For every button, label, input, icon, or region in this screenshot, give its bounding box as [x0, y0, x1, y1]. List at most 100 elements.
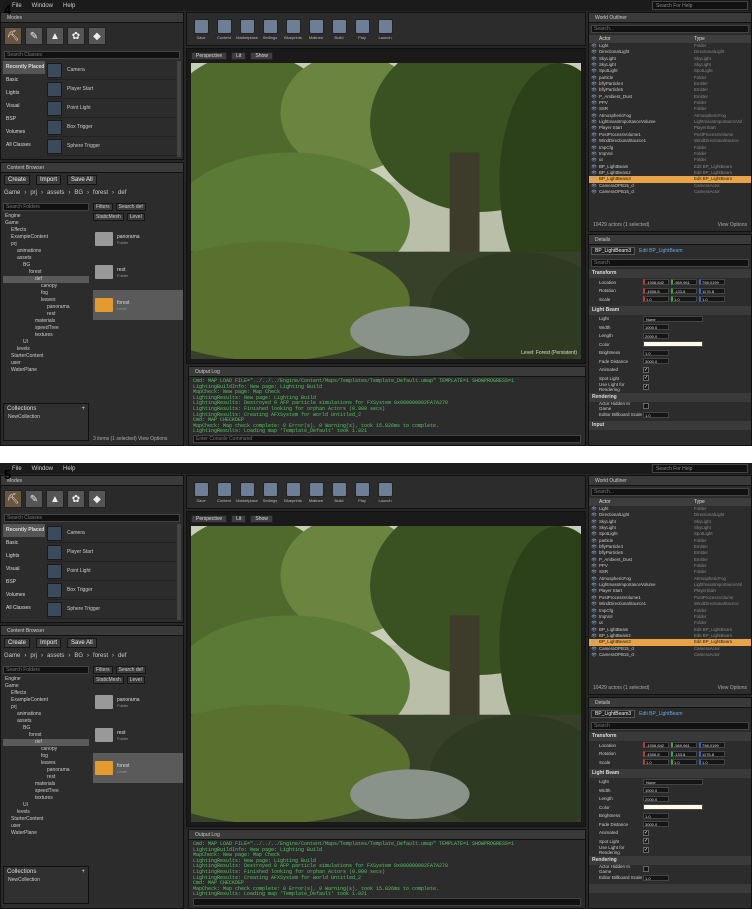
tree-node[interactable]: animations	[3, 711, 89, 718]
new-collection-item[interactable]: NewCollection	[4, 877, 88, 883]
tree-node[interactable]: panorama	[3, 304, 89, 311]
tree-node[interactable]: levels	[3, 346, 89, 353]
details-search-input[interactable]: Search	[591, 259, 749, 267]
category-volumes[interactable]: Volumes	[3, 589, 45, 602]
place-mode-icon[interactable]: ⛏	[4, 490, 22, 508]
location-y-field[interactable]: -569.961	[671, 279, 697, 286]
class-item-player-start[interactable]: Player Start	[47, 543, 177, 562]
view-options-button[interactable]: View Options	[138, 436, 167, 442]
landscape-mode-icon[interactable]: ▲	[46, 490, 64, 508]
breadcrumb-item[interactable]: def	[118, 190, 126, 196]
tree-node[interactable]: Game	[3, 220, 89, 227]
class-item-box-trigger[interactable]: Box Trigger	[47, 118, 177, 137]
asset-item[interactable]: rest Folder	[93, 720, 183, 750]
settings-button[interactable]: Settings	[260, 479, 280, 503]
tree-node[interactable]: StarterContent	[3, 816, 89, 823]
tree-node[interactable]: assets	[3, 718, 89, 725]
light-dropdown[interactable]: None	[643, 315, 703, 322]
asset-item[interactable]: forest Level	[93, 753, 183, 783]
width-field[interactable]: 1000.0	[643, 787, 669, 794]
edit-blueprint-link[interactable]: Edit BP_LightBeam	[639, 711, 682, 717]
tree-node[interactable]: prj	[3, 704, 89, 711]
class-search-input[interactable]: Search Classes	[4, 51, 180, 59]
create-button[interactable]: Create	[4, 638, 31, 648]
outliner-search-input[interactable]: Search...	[591, 25, 749, 33]
location-z-field[interactable]: 798.0199	[699, 742, 725, 749]
column-actor[interactable]: Actor	[599, 35, 694, 43]
menu-help[interactable]: Help	[63, 466, 75, 472]
filter-staticmesh[interactable]: StaticMesh	[93, 676, 124, 684]
actor-hidden-checkbox[interactable]	[643, 403, 649, 410]
lit-button[interactable]: Lit	[231, 51, 247, 60]
fade-distance-field[interactable]: 3000.0	[643, 358, 669, 365]
world-outliner-tab[interactable]: World Outliner	[589, 476, 751, 486]
light-beam-category[interactable]: Light Beam	[589, 768, 751, 778]
location-x-field[interactable]: -1906.842	[643, 279, 669, 286]
column-actor[interactable]: Actor	[599, 498, 694, 506]
column-type[interactable]: Type	[694, 498, 705, 506]
blueprints-button[interactable]: Blueprints	[283, 479, 303, 503]
tree-node[interactable]: animations	[3, 248, 89, 255]
filter-level[interactable]: Level	[126, 213, 145, 221]
foliage-mode-icon[interactable]: ✿	[67, 490, 85, 508]
tree-node[interactable]: Engine	[3, 676, 89, 683]
brightness-field[interactable]: 1.0	[643, 812, 669, 819]
tree-node[interactable]: canopy	[3, 283, 89, 290]
save-all-button[interactable]: Save All	[67, 175, 97, 185]
asset-item[interactable]: rest Folder	[93, 257, 183, 287]
details-search-input[interactable]: Search	[591, 722, 749, 730]
modes-tab[interactable]: Modes	[1, 13, 183, 23]
class-item-sphere-trigger[interactable]: Sphere Trigger	[47, 600, 177, 619]
light-dropdown[interactable]: None	[643, 778, 703, 785]
breadcrumb-item[interactable]: assets	[47, 653, 64, 659]
filters-button[interactable]: Filters	[93, 666, 113, 674]
output-log-tab[interactable]: Output Log	[189, 830, 585, 840]
content-browser-tab[interactable]: Content Browser	[1, 626, 183, 636]
billboard-scale-field[interactable]: 1.0	[643, 411, 669, 418]
menu-window[interactable]: Window	[32, 3, 53, 9]
breadcrumb-item[interactable]: def	[118, 653, 126, 659]
marketplace-button[interactable]: Marketplace	[236, 479, 258, 503]
content-browser-tab[interactable]: Content Browser	[1, 163, 183, 173]
play-button[interactable]: Play	[352, 16, 372, 40]
actor-hidden-checkbox[interactable]	[643, 866, 649, 873]
world-outliner-tab[interactable]: World Outliner	[589, 13, 751, 23]
outliner-search-input[interactable]: Search...	[591, 488, 749, 496]
scale-y-field[interactable]: 1.0	[671, 759, 697, 766]
color-swatch[interactable]	[643, 341, 703, 348]
breadcrumb-item[interactable]: prj	[30, 653, 37, 659]
visibility-eye-icon[interactable]: 👁	[589, 652, 599, 658]
help-search-input[interactable]: Search For Help	[652, 1, 748, 10]
location-x-field[interactable]: -1906.842	[643, 742, 669, 749]
forest-scene[interactable]	[191, 526, 581, 822]
tree-node[interactable]: materials	[3, 318, 89, 325]
breadcrumb-item[interactable]: prj	[30, 190, 37, 196]
save-all-button[interactable]: Save All	[67, 638, 97, 648]
category-volumes[interactable]: Volumes	[3, 126, 45, 139]
matinee-button[interactable]: Matinee	[306, 479, 326, 503]
class-item-camera[interactable]: Camera	[47, 61, 177, 80]
category-all-classes[interactable]: All Classes	[3, 602, 45, 615]
breadcrumb-item[interactable]: assets	[47, 190, 64, 196]
console-command-input[interactable]	[193, 898, 581, 906]
play-button[interactable]: Play	[352, 479, 372, 503]
tree-node[interactable]: textures	[3, 795, 89, 802]
category-basic[interactable]: Basic	[3, 74, 45, 87]
viewport[interactable]: Perspective Lit Show Level: Forest (Pers…	[186, 48, 586, 364]
input-category[interactable]: Input	[589, 421, 751, 430]
breadcrumb-item[interactable]: Game	[4, 190, 20, 196]
perspective-button[interactable]: Perspective	[191, 51, 228, 60]
tree-node[interactable]: user	[3, 823, 89, 830]
modes-scrollbar[interactable]	[177, 61, 181, 157]
tree-node[interactable]: assets	[3, 255, 89, 262]
category-recently-placed[interactable]: Recently Placed	[3, 61, 45, 74]
rotation-x-field[interactable]: -1506.8	[643, 750, 669, 757]
input-category[interactable]	[589, 884, 751, 893]
console-command-input[interactable]: Enter Console Command	[193, 435, 581, 443]
category-bsp[interactable]: BSP	[3, 576, 45, 589]
tree-node[interactable]: rest	[3, 774, 89, 781]
tree-node[interactable]: fog	[3, 290, 89, 297]
tree-node[interactable]: def	[3, 276, 89, 283]
tree-node[interactable]: def	[3, 739, 89, 746]
actor-name-field[interactable]: BP_LightBeam3	[591, 710, 636, 718]
